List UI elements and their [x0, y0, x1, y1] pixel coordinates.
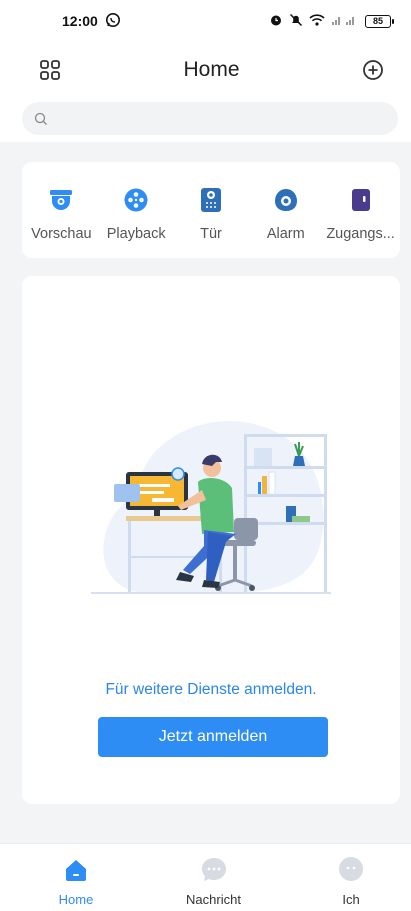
bottom-tab-bar: Home Nachricht Ich: [0, 843, 411, 911]
quick-action-vorschau[interactable]: Vorschau: [24, 162, 98, 258]
grid-icon: [40, 60, 60, 80]
quick-action-label: Zugangs...: [326, 226, 395, 242]
app-header: Home: [0, 42, 411, 98]
quick-actions-card: Vorschau Playback Tür Alarm Zugangs...: [22, 162, 400, 258]
message-bubble-icon: [201, 858, 226, 881]
login-button[interactable]: Jetzt anmelden: [98, 717, 328, 757]
battery-icon: 85: [365, 14, 394, 28]
quick-action-label: Alarm: [266, 226, 305, 242]
plus-circle-icon: [363, 60, 383, 80]
signal-icon: [331, 13, 359, 29]
menu-grid-button[interactable]: [36, 56, 64, 84]
login-card: Für weitere Dienste anmelden. Jetzt anme…: [22, 276, 400, 804]
search-bar-container: [0, 98, 411, 142]
search-input[interactable]: [56, 110, 376, 127]
mute-bell-icon: [289, 13, 303, 30]
alarm-clock-icon: [269, 13, 283, 30]
search-icon: [34, 112, 47, 125]
tab-label: Home: [58, 892, 94, 907]
page-title: Home: [183, 58, 240, 81]
status-time: 12:00: [62, 13, 98, 29]
status-bar-left: 12:00: [62, 12, 121, 31]
login-prompt-text: Für weitere Dienste anmelden.: [105, 681, 317, 698]
add-device-button[interactable]: [359, 56, 387, 84]
camera-dome-icon: [50, 190, 73, 210]
alarm-eye-icon: [274, 189, 297, 211]
whatsapp-icon: [105, 12, 121, 31]
quick-action-label: Playback: [106, 226, 166, 242]
status-bar-right: 85: [269, 13, 394, 30]
tab-label: Nachricht: [186, 892, 241, 907]
search-bar[interactable]: [22, 102, 398, 135]
quick-action-zugang[interactable]: Zugangs...: [324, 162, 398, 258]
quick-action-label: Tür: [200, 226, 222, 242]
access-card-icon: [351, 189, 370, 211]
status-bar: 12:00 85: [0, 0, 411, 42]
intercom-door-icon: [200, 188, 221, 212]
battery-level: 85: [372, 16, 383, 26]
home-icon: [66, 860, 86, 881]
tab-ich[interactable]: Ich: [313, 844, 389, 911]
quick-action-alarm[interactable]: Alarm: [249, 162, 323, 258]
quick-action-tuer[interactable]: Tür: [174, 162, 248, 258]
playback-reel-icon: [124, 188, 148, 212]
wifi-icon: [309, 13, 325, 30]
tab-home[interactable]: Home: [38, 844, 114, 911]
quick-action-playback[interactable]: Playback: [99, 162, 173, 258]
tab-label: Ich: [342, 892, 360, 907]
quick-action-label: Vorschau: [31, 226, 92, 242]
tab-nachricht[interactable]: Nachricht: [176, 844, 252, 911]
workspace-illustration: [91, 421, 331, 594]
profile-bubble-icon: [339, 857, 363, 881]
